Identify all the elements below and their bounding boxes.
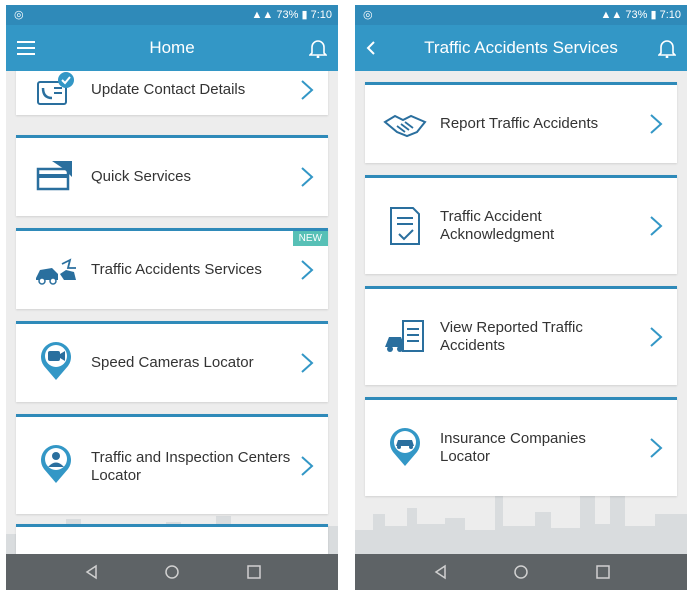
item-label: Quick Services <box>91 168 192 185</box>
back-icon[interactable] <box>82 562 102 582</box>
battery-level: 73% <box>625 9 648 21</box>
recents-icon[interactable] <box>593 562 613 582</box>
back-icon[interactable] <box>431 562 451 582</box>
status-bar: ◎ ▲▲ 73% ▮ 7:10 <box>355 5 687 25</box>
service-list: Report Traffic Accidents Traffic Acciden… <box>355 71 687 554</box>
chevron-right-icon <box>650 438 663 458</box>
traffic-accidents-screen: ◎ ▲▲ 73% ▮ 7:10 Traffic Accidents Servic… <box>355 5 687 590</box>
camera-location-pin-icon <box>41 342 71 380</box>
document-check-icon <box>390 207 420 245</box>
list-item-quick-services[interactable]: Quick Services <box>16 135 328 216</box>
app-bar: Home <box>6 25 338 71</box>
chevron-right-icon <box>650 216 663 236</box>
list-item-insurance-locator[interactable]: Insurance Companies Locator <box>365 397 677 496</box>
status-indicators: ▲▲ 73% ▮ 7:10 <box>601 8 681 21</box>
card-payment-icon <box>36 161 72 191</box>
chevron-right-icon <box>301 260 314 280</box>
signal-icon: ▲▲ <box>600 9 626 21</box>
list-item-traffic-accidents[interactable]: NEW Traffic Accidents Services <box>16 228 328 309</box>
car-document-icon <box>385 320 424 352</box>
status-time: 7:10 <box>659 9 681 21</box>
item-label: Traffic and Inspection Centers Locator <box>91 449 291 484</box>
list-item-acknowledgment[interactable]: Traffic Accident Acknowledgment <box>365 175 677 274</box>
bell-icon[interactable] <box>653 34 681 62</box>
notification-icon: ◎ <box>14 9 24 21</box>
battery-icon: ▮ <box>301 9 311 21</box>
item-label: Speed Cameras Locator <box>91 354 254 371</box>
bell-icon[interactable] <box>304 34 332 62</box>
chevron-right-icon <box>301 456 314 476</box>
chevron-right-icon <box>650 114 663 134</box>
new-badge: NEW <box>292 231 328 246</box>
car-location-pin-icon <box>390 428 420 466</box>
handshake-icon <box>383 114 427 138</box>
item-label: Insurance Companies Locator <box>440 430 586 465</box>
notification-icon: ◎ <box>363 9 373 21</box>
battery-level: 73% <box>276 9 299 21</box>
item-label: Traffic Accidents Services <box>91 261 262 278</box>
car-crash-icon <box>36 258 76 285</box>
person-location-pin-icon <box>41 445 71 483</box>
item-label: Update Contact Details <box>91 81 246 98</box>
status-indicators: ▲▲ 73% ▮ 7:10 <box>252 8 332 21</box>
chevron-right-icon <box>301 80 314 100</box>
status-time: 7:10 <box>310 9 332 21</box>
battery-icon: ▮ <box>650 9 660 21</box>
chevron-right-icon <box>301 167 314 187</box>
list-item-report-accidents[interactable]: Report Traffic Accidents <box>365 82 677 163</box>
list-item-speed-cameras[interactable]: Speed Cameras Locator <box>16 321 328 402</box>
list-item-view-reported[interactable]: View Reported Traffic Accidents <box>365 286 677 385</box>
contact-card-icon <box>37 72 74 105</box>
page-title: Traffic Accidents Services <box>424 38 618 57</box>
home-icon[interactable] <box>162 562 182 582</box>
system-nav-bar <box>355 554 687 590</box>
service-list: Update Contact Details Quick Services NE… <box>6 71 338 554</box>
home-screen: ◎ ▲▲ 73% ▮ 7:10 Home Update Contact Deta… <box>6 5 338 590</box>
chevron-right-icon <box>301 353 314 373</box>
home-icon[interactable] <box>511 562 531 582</box>
item-label: View Reported Traffic Accidents <box>440 319 583 354</box>
app-bar: Traffic Accidents Services <box>355 25 687 71</box>
signal-icon: ▲▲ <box>251 9 277 21</box>
list-item-update-contact[interactable]: Update Contact Details <box>16 71 328 115</box>
system-nav-bar <box>6 554 338 590</box>
recents-icon[interactable] <box>244 562 264 582</box>
page-title: Home <box>149 38 195 57</box>
item-label: Traffic Accident Acknowledgment <box>440 208 555 243</box>
status-bar: ◎ ▲▲ 73% ▮ 7:10 <box>6 5 338 25</box>
list-item-partial[interactable] <box>16 524 328 554</box>
item-label: Report Traffic Accidents <box>440 115 599 132</box>
list-item-inspection-centers[interactable]: Traffic and Inspection Centers Locator <box>16 414 328 514</box>
chevron-right-icon <box>650 327 663 347</box>
